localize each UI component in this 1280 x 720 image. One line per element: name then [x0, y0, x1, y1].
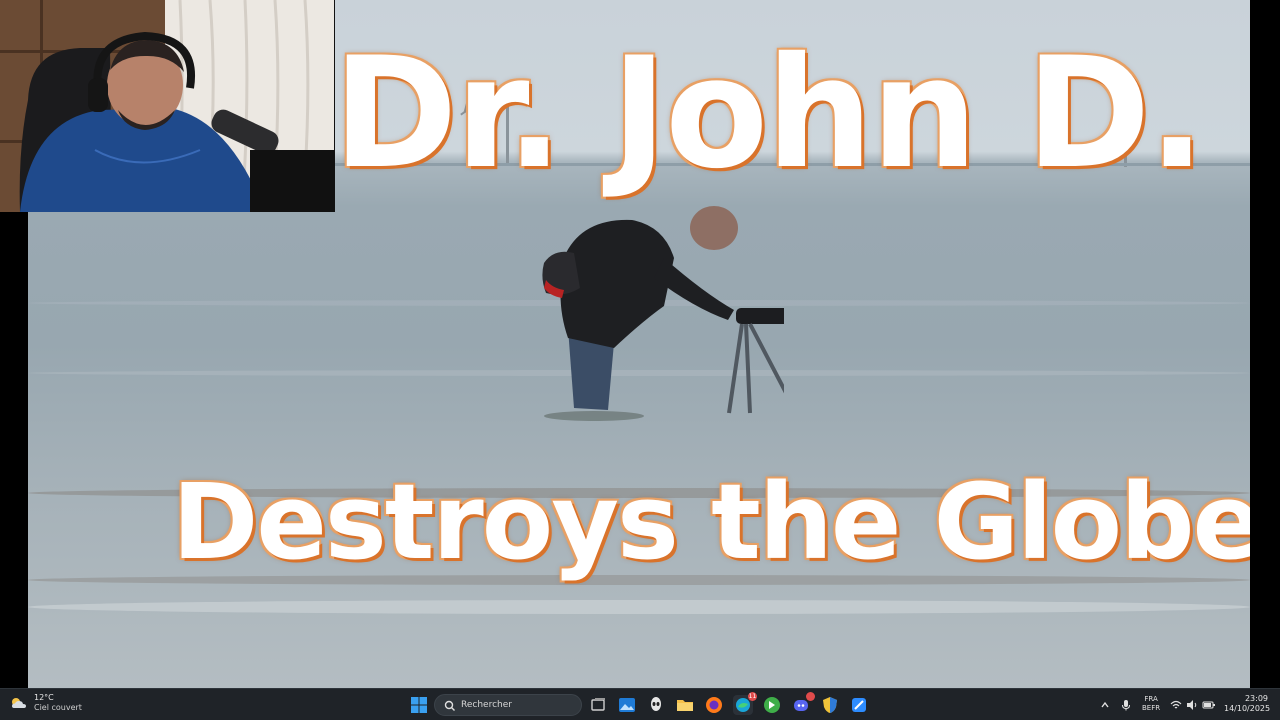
chevron-up-icon[interactable]	[1100, 700, 1110, 710]
webcam-overlay	[0, 0, 335, 212]
battery-icon[interactable]	[1202, 699, 1216, 711]
clock-time: 23:09	[1244, 694, 1268, 703]
keyboard-layout: BEFR	[1142, 704, 1161, 712]
edge-icon[interactable]: 11	[733, 692, 757, 715]
language-code: FRA	[1144, 695, 1158, 703]
taskbar-search[interactable]: Rechercher	[434, 694, 582, 716]
wave	[28, 600, 1250, 614]
weather-widget[interactable]: 12°C Ciel couvert	[10, 693, 82, 713]
windows-start-icon[interactable]	[409, 695, 429, 715]
discord-icon[interactable]	[791, 692, 815, 715]
file-explorer-icon[interactable]	[675, 695, 695, 715]
video-title-top: Dr. John D.	[333, 25, 1205, 203]
streamer-webcam-image	[0, 0, 334, 212]
weather-temperature: 12°C	[34, 693, 54, 702]
weather-condition: Ciel couvert	[34, 703, 82, 712]
cloud-sun-icon	[12, 698, 26, 708]
screen: Dr. John D. Destroys the Globe 12°C Ciel…	[0, 0, 1280, 720]
green-app-icon[interactable]	[762, 695, 782, 715]
alien-app-icon[interactable]	[646, 695, 666, 715]
language-indicator[interactable]: FRA BEFR	[1142, 695, 1160, 713]
system-clock[interactable]: 23:09 14/10/2025	[1224, 694, 1271, 714]
microphone-icon[interactable]	[1120, 699, 1132, 711]
video-title-bottom: Destroys the Globe	[172, 461, 1250, 583]
security-shield-icon[interactable]	[820, 695, 840, 715]
taskbar: 12°C Ciel couvert Rechercher 11 FRA BEFR…	[0, 688, 1280, 720]
person-with-telescope	[542, 206, 784, 421]
notification-badge: 11	[748, 692, 757, 701]
search-icon	[444, 700, 455, 711]
letterbox-right	[1250, 0, 1280, 688]
clock-date: 14/10/2025	[1224, 704, 1271, 713]
notification-dot	[806, 692, 815, 701]
wifi-icon[interactable]	[1170, 699, 1182, 711]
search-placeholder: Rechercher	[461, 700, 512, 710]
blue-app-icon[interactable]	[849, 695, 869, 715]
firefox-icon[interactable]	[704, 695, 724, 715]
volume-icon[interactable]	[1186, 699, 1198, 711]
photos-icon[interactable]	[617, 695, 637, 715]
task-view-icon[interactable]	[588, 695, 608, 715]
